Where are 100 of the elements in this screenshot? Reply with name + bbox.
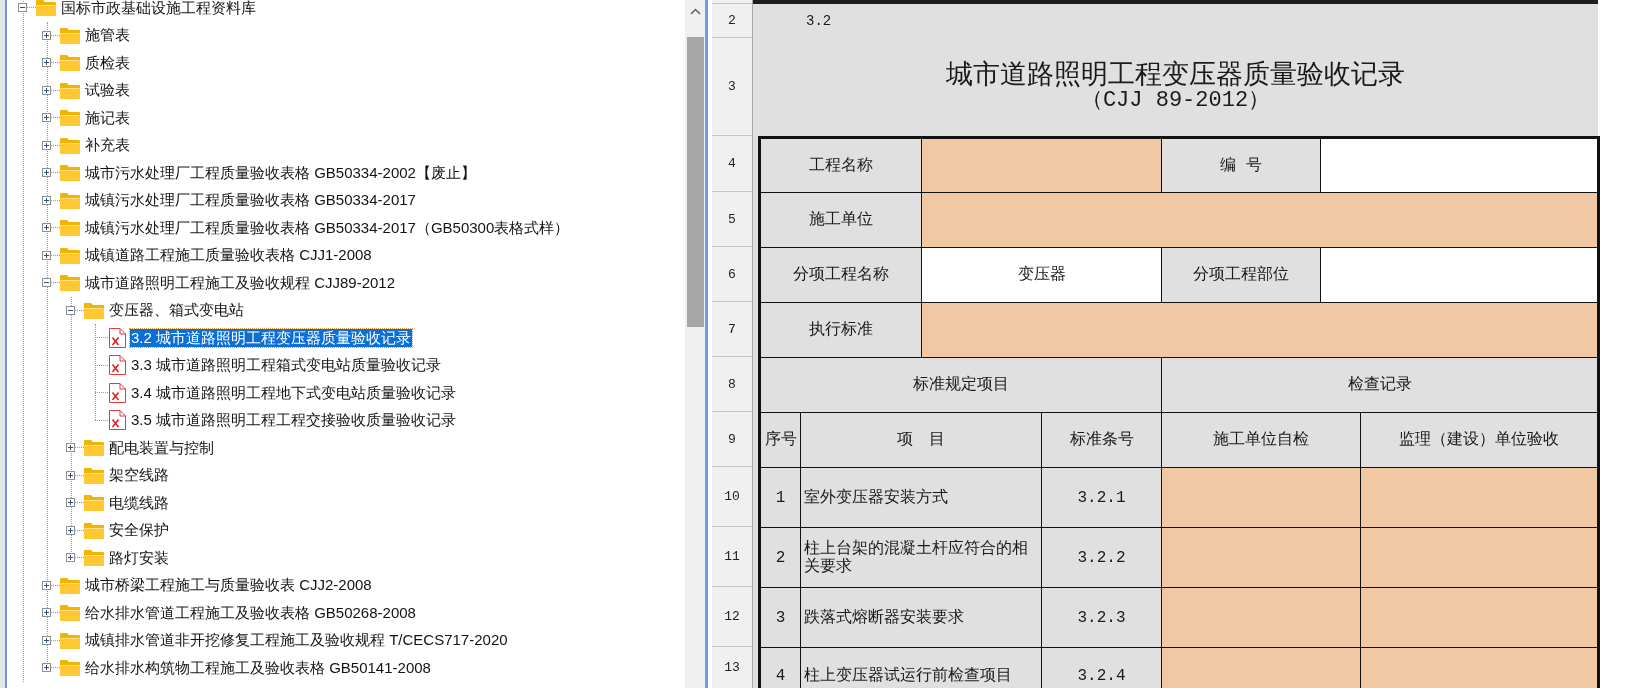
tree-item[interactable]: 城镇污水处理厂工程质量验收表格 GB50334-2017 <box>84 191 417 210</box>
tree-item[interactable]: 3.4 城市道路照明工程地下式变电站质量验收记录 <box>130 383 458 402</box>
file-icon <box>108 382 126 403</box>
tree-item[interactable]: 城市桥梁工程施工与质量验收表 CJJ2-2008 <box>84 576 373 595</box>
input-cell[interactable] <box>1361 648 1597 688</box>
collapse-icon[interactable] <box>42 278 51 288</box>
expand-icon[interactable] <box>42 168 51 178</box>
expand-icon[interactable] <box>42 30 51 40</box>
tree-line <box>75 502 84 504</box>
input-cell[interactable] <box>1162 468 1360 527</box>
expand-icon[interactable] <box>42 580 51 590</box>
tree-item[interactable]: 国标市政基础设施工程资料库 <box>60 0 257 17</box>
row-header[interactable]: 11 <box>712 526 752 586</box>
tree-item[interactable]: 安全保护 <box>108 521 170 540</box>
field-label: 工程名称 <box>761 139 921 192</box>
chevron-up-icon[interactable] <box>689 7 701 15</box>
folder-icon <box>60 54 80 72</box>
tree-item[interactable]: 城镇排水管道非开挖修复工程施工及验收规程 T/CECS717-2020 <box>84 631 509 650</box>
tree-item[interactable]: 配电装置与控制 <box>108 438 215 457</box>
expand-icon[interactable] <box>66 525 75 535</box>
collapse-icon[interactable] <box>18 3 27 13</box>
input-cell[interactable] <box>1162 588 1360 647</box>
tree-item[interactable]: 3.3 城市道路照明工程箱式变电站质量验收记录 <box>130 356 443 375</box>
expand-icon[interactable] <box>66 553 75 563</box>
row-header[interactable]: 13 <box>712 646 752 688</box>
tree-line <box>51 144 60 146</box>
row-header[interactable]: 3 <box>712 37 752 135</box>
tree-item[interactable]: 城镇污水处理厂工程质量验收表格 GB50334-2017（GB50300表格式样） <box>84 218 571 237</box>
folder-icon <box>60 631 80 649</box>
folder-icon <box>60 26 80 44</box>
input-cell[interactable] <box>1361 528 1597 587</box>
row-header[interactable]: 6 <box>712 246 752 301</box>
expand-icon[interactable] <box>66 470 75 480</box>
field-label: 分项工程名称 <box>761 248 921 302</box>
input-cell[interactable]: 变压器 <box>922 248 1161 302</box>
tree-line <box>51 667 60 669</box>
tree-item[interactable]: 施管表 <box>84 26 131 45</box>
tree-item[interactable]: 城镇道路工程施工质量验收表格 CJJ1-2008 <box>84 246 373 265</box>
table-cell: 3.2.3 <box>1042 588 1161 647</box>
input-cell[interactable] <box>922 303 1597 357</box>
field-label: 施工单位 <box>761 193 921 247</box>
tree-line <box>51 282 60 284</box>
input-cell[interactable] <box>1162 528 1360 587</box>
expand-icon[interactable] <box>42 140 51 150</box>
tree-line <box>27 7 36 9</box>
input-cell[interactable] <box>1361 468 1597 527</box>
expand-icon[interactable] <box>42 635 51 645</box>
folder-icon <box>84 494 104 512</box>
tree-item[interactable]: 质检表 <box>84 53 131 72</box>
tree-item[interactable]: 3.5 城市道路照明工程工程交接验收质量验收记录 <box>130 411 458 430</box>
expand-icon[interactable] <box>42 113 51 123</box>
row-header[interactable]: 10 <box>712 466 752 526</box>
input-cell[interactable] <box>1361 588 1597 647</box>
row-header[interactable]: 4 <box>712 135 752 191</box>
input-cell[interactable] <box>1321 248 1597 302</box>
expand-icon[interactable] <box>42 58 51 68</box>
row-header[interactable]: 2 <box>712 3 752 37</box>
folder-icon <box>60 659 80 677</box>
tree-item[interactable]: 给水排水构筑物工程施工及验收表格 GB50141-2008 <box>84 658 432 677</box>
input-cell[interactable] <box>922 139 1161 192</box>
tree-item[interactable]: 补充表 <box>84 136 131 155</box>
expand-icon[interactable] <box>66 443 75 453</box>
expand-icon[interactable] <box>42 250 51 260</box>
folder-icon <box>60 274 80 292</box>
folder-icon <box>84 549 104 567</box>
table-cell: 2 <box>761 528 800 587</box>
table-cell: 柱上变压器试运行前检查项目 <box>801 648 1041 688</box>
tree-item[interactable]: 城市污水处理厂工程质量验收表格 GB50334-2002【废止】 <box>84 163 477 182</box>
tree-line <box>51 199 60 201</box>
tree-item[interactable]: 路灯安装 <box>108 548 170 567</box>
row-header[interactable]: 12 <box>712 586 752 646</box>
expand-icon[interactable] <box>42 608 51 618</box>
table-cell: 柱上台架的混凝土杆应符合的相关要求 <box>801 528 1041 587</box>
expand-icon[interactable] <box>66 498 75 508</box>
tree-item[interactable]: 试验表 <box>84 81 131 100</box>
expand-icon[interactable] <box>42 85 51 95</box>
collapse-icon[interactable] <box>66 305 75 315</box>
expand-icon[interactable] <box>42 195 51 205</box>
file-icon <box>108 410 126 431</box>
tree-item[interactable]: 电缆线路 <box>108 493 170 512</box>
tree-item[interactable]: 变压器、箱式变电站 <box>108 301 245 320</box>
input-cell[interactable] <box>922 193 1597 247</box>
row-header[interactable]: 7 <box>712 301 752 356</box>
scrollbar-thumb[interactable] <box>686 37 704 327</box>
tree-line <box>51 62 60 64</box>
input-cell[interactable] <box>1321 139 1597 192</box>
input-cell[interactable] <box>1162 648 1360 688</box>
row-header[interactable]: 5 <box>712 191 752 246</box>
tree-item[interactable]: 给水排水管道工程施工及验收表格 GB50268-2008 <box>84 603 417 622</box>
tree-line <box>51 612 60 614</box>
expand-icon[interactable] <box>42 223 51 233</box>
row-header[interactable]: 9 <box>712 411 752 466</box>
tree-item[interactable]: 城市道路照明工程施工及验收规程 CJJ89-2012 <box>84 273 397 292</box>
row-header[interactable]: 8 <box>712 356 752 411</box>
tree-item[interactable]: 施记表 <box>84 108 131 127</box>
expand-icon[interactable] <box>42 663 51 673</box>
tree-line <box>75 309 84 311</box>
tree-item[interactable]: 3.2 城市道路照明工程变压器质量验收记录 <box>130 328 413 347</box>
folder-icon <box>60 576 80 594</box>
tree-item[interactable]: 架空线路 <box>108 466 170 485</box>
